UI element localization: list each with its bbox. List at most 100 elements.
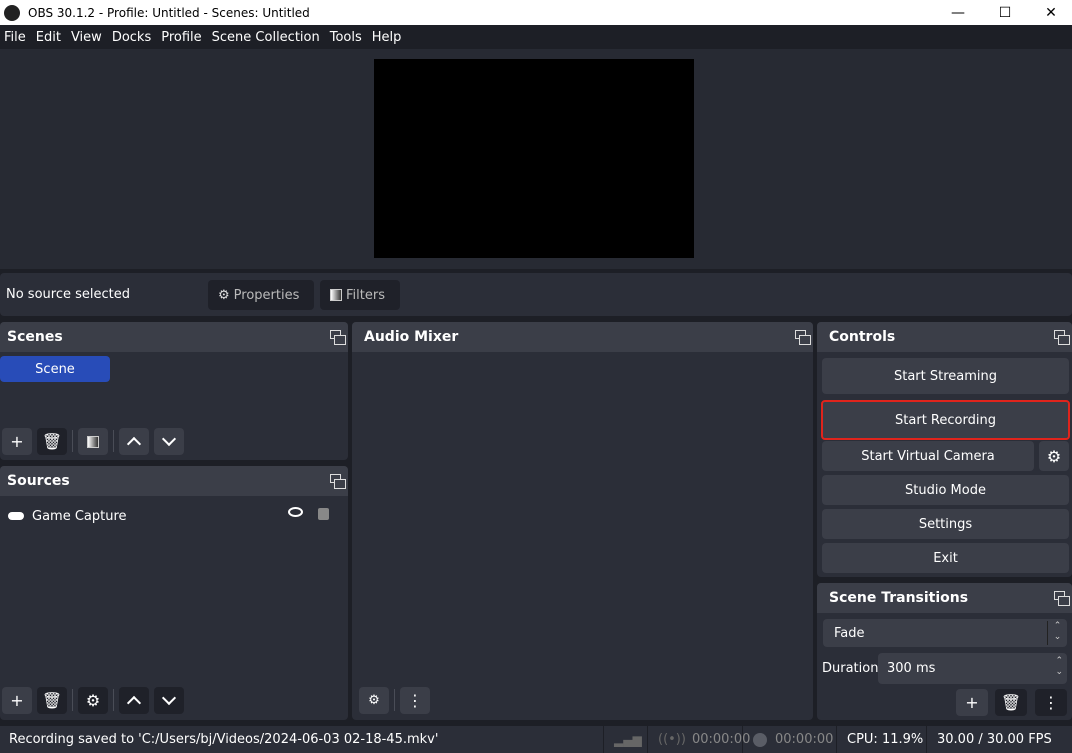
start-streaming-button[interactable]: Start Streaming — [822, 358, 1069, 394]
move-source-down-button[interactable] — [154, 687, 184, 714]
broadcast-icon: ((•)) — [658, 732, 686, 747]
advanced-audio-properties-button[interactable]: ⚙ — [359, 687, 389, 714]
add-scene-button[interactable]: + — [2, 428, 32, 455]
network-section: ▂▄▆ — [603, 726, 647, 753]
menu-tools[interactable]: Tools — [326, 30, 368, 45]
scenes-title: Scenes — [7, 329, 63, 345]
maximize-button[interactable]: ☐ — [982, 0, 1028, 25]
gamepad-icon — [8, 512, 24, 520]
record-section: 00:00:00 — [742, 726, 836, 753]
spin-arrows-icon[interactable]: ⌃ ⌄ — [1055, 656, 1063, 678]
stream-section: ((•)) 00:00:00 — [647, 726, 750, 753]
undock-icon[interactable] — [330, 330, 346, 345]
transition-select[interactable]: Fade ⌃ ⌄ — [823, 619, 1067, 647]
obs-logo-icon — [4, 4, 20, 21]
menu-profile[interactable]: Profile — [157, 30, 207, 45]
transition-properties-button[interactable]: ⋮ — [1035, 689, 1067, 716]
minimize-button[interactable]: — — [935, 0, 981, 25]
properties-button[interactable]: ⚙ Properties — [208, 280, 314, 310]
menu-edit[interactable]: Edit — [32, 30, 67, 45]
scene-transitions-dock: Scene Transitions Fade ⌃ ⌄ Duration 300 m… — [817, 583, 1072, 720]
chevron-down-icon — [161, 431, 177, 447]
properties-label: Properties — [233, 287, 300, 303]
source-item[interactable]: Game Capture — [0, 504, 348, 528]
window-title: OBS 30.1.2 - Profile: Untitled - Scenes:… — [28, 5, 310, 20]
undock-icon[interactable] — [330, 474, 346, 489]
lock-icon[interactable] — [318, 508, 329, 520]
start-recording-button[interactable]: Start Recording — [821, 400, 1070, 440]
cpu-usage: CPU: 11.9% — [847, 732, 924, 747]
context-bar: No source selected ⚙ Properties Filters — [0, 273, 1072, 316]
menu-docks[interactable]: Docks — [108, 30, 157, 45]
sources-title: Sources — [7, 473, 70, 489]
trash-icon: 🗑 — [1000, 693, 1022, 712]
scene-filters-button[interactable] — [78, 428, 108, 455]
more-vertical-icon: ⋮ — [1043, 693, 1059, 712]
plus-icon: + — [10, 691, 24, 710]
add-transition-button[interactable]: + — [956, 689, 988, 716]
trash-icon: 🗑 — [41, 691, 63, 710]
record-dot-icon — [753, 732, 767, 747]
audio-mixer-menu-button[interactable]: ⋮ — [400, 687, 430, 714]
title-bar: OBS 30.1.2 - Profile: Untitled - Scenes:… — [0, 0, 1072, 25]
filter-icon — [330, 289, 342, 301]
duration-label: Duration — [822, 661, 879, 676]
fps-section: 30.00 / 30.00 FPS — [926, 726, 1072, 753]
duration-value: 300 ms — [887, 661, 936, 676]
undock-icon[interactable] — [1054, 330, 1070, 345]
gear-icon: ⚙ — [1046, 446, 1062, 466]
remove-source-button[interactable]: 🗑 — [37, 687, 67, 714]
move-scene-down-button[interactable] — [154, 428, 184, 455]
plus-icon: + — [10, 432, 24, 451]
preview-area — [0, 49, 1072, 269]
menu-help[interactable]: Help — [368, 30, 408, 45]
signal-bars-icon: ▂▄▆ — [614, 732, 642, 747]
close-button[interactable]: ✕ — [1028, 0, 1072, 25]
eye-icon[interactable] — [288, 507, 303, 517]
source-status: No source selected — [6, 287, 130, 302]
remove-scene-button[interactable]: 🗑 — [37, 428, 67, 455]
status-message: Recording saved to 'C:/Users/bj/Videos/2… — [9, 732, 439, 747]
chevron-up-icon — [126, 695, 142, 711]
start-virtual-camera-button[interactable]: Start Virtual Camera — [822, 441, 1034, 471]
remove-transition-button[interactable]: 🗑 — [995, 689, 1027, 716]
virtual-camera-settings-button[interactable]: ⚙ — [1039, 441, 1069, 471]
trash-icon: 🗑 — [41, 432, 63, 451]
cpu-section: CPU: 11.9% — [836, 726, 926, 753]
chevron-up-icon — [126, 436, 142, 452]
program-preview[interactable] — [374, 59, 694, 258]
sources-dock: Sources Game Capture + 🗑 ⚙ — [0, 466, 348, 720]
scene-item[interactable]: Scene — [0, 356, 110, 382]
status-bar: Recording saved to 'C:/Users/bj/Videos/2… — [0, 726, 1072, 753]
undock-icon[interactable] — [1054, 591, 1070, 606]
move-scene-up-button[interactable] — [119, 428, 149, 455]
menu-bar: File Edit View Docks Profile Scene Colle… — [0, 25, 1072, 49]
updown-icon: ⌃ ⌄ — [1047, 621, 1067, 645]
filter-icon — [87, 435, 99, 448]
chevron-down-icon — [161, 690, 177, 706]
scenes-dock: Scenes Scene + 🗑 — [0, 322, 348, 460]
record-time: 00:00:00 — [775, 732, 834, 747]
source-name: Game Capture — [32, 508, 127, 524]
studio-mode-button[interactable]: Studio Mode — [822, 475, 1069, 505]
menu-file[interactable]: File — [0, 30, 32, 45]
undock-icon[interactable] — [795, 330, 811, 345]
scene-transitions-title: Scene Transitions — [829, 590, 969, 606]
source-properties-button[interactable]: ⚙ — [78, 687, 108, 714]
filters-label: Filters — [346, 287, 385, 303]
settings-button[interactable]: Settings — [822, 509, 1069, 539]
fps-readout: 30.00 / 30.00 FPS — [937, 732, 1052, 747]
audio-mixer-title: Audio Mixer — [364, 329, 459, 345]
plus-icon: + — [965, 693, 979, 712]
gear-icon: ⚙ — [85, 691, 101, 710]
move-source-up-button[interactable] — [119, 687, 149, 714]
menu-view[interactable]: View — [67, 30, 108, 45]
exit-button[interactable]: Exit — [822, 543, 1069, 573]
audio-mixer-dock: Audio Mixer ⚙ ⋮ — [352, 322, 813, 720]
menu-scene-collection[interactable]: Scene Collection — [208, 30, 326, 45]
filters-button[interactable]: Filters — [320, 280, 400, 310]
add-source-button[interactable]: + — [2, 687, 32, 714]
more-vertical-icon: ⋮ — [407, 691, 423, 710]
duration-spinbox[interactable]: 300 ms ⌃ ⌄ — [878, 653, 1067, 684]
gears-icon: ⚙ — [368, 693, 380, 708]
